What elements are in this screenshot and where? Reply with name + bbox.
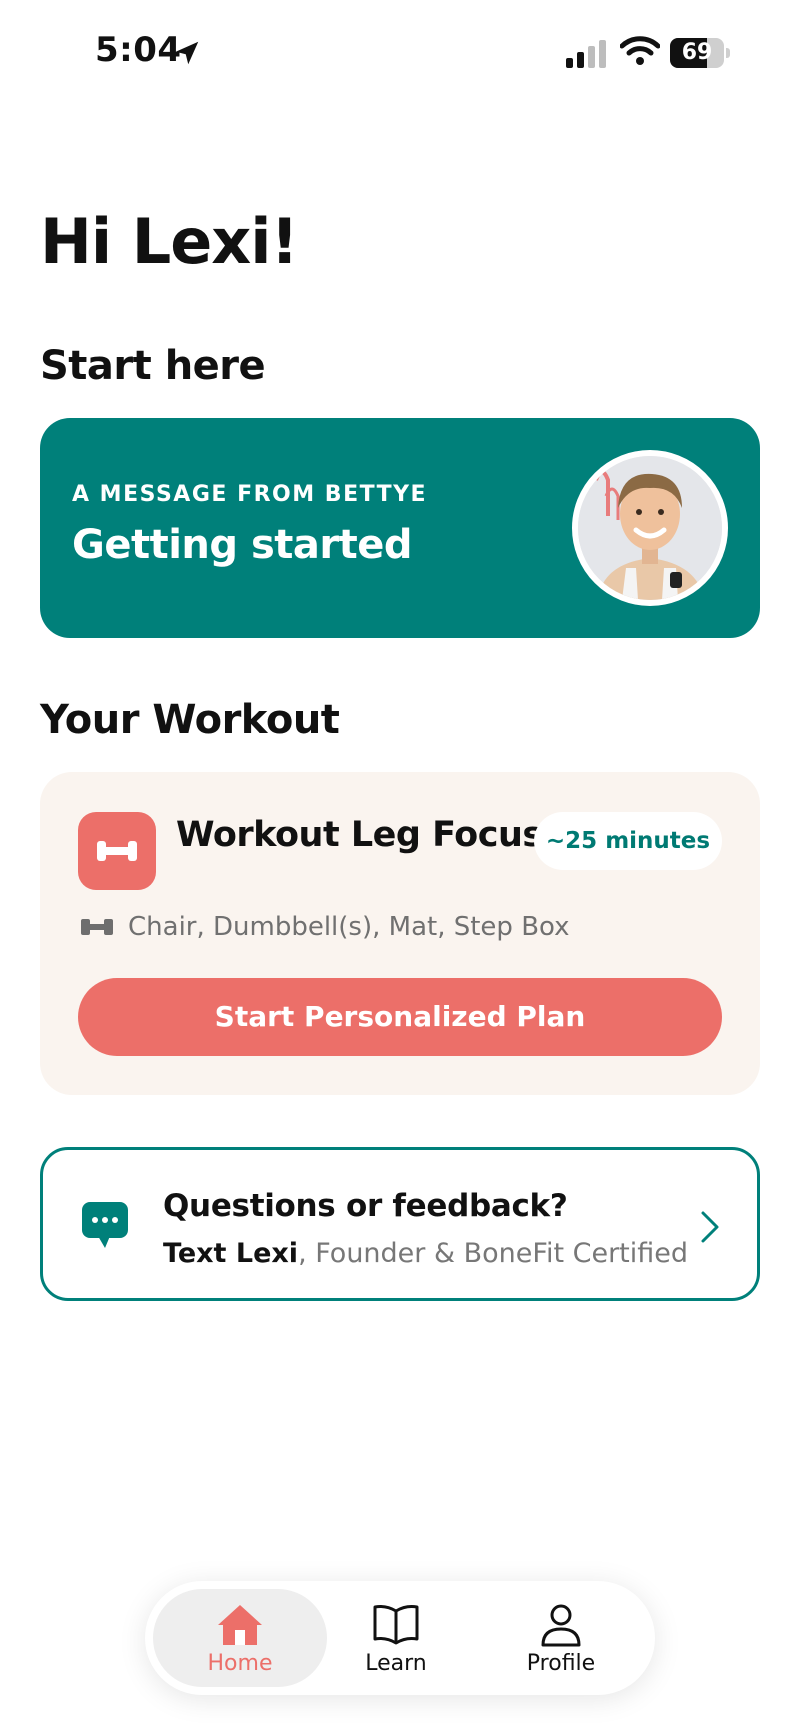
dumbbell-small-icon	[81, 919, 113, 935]
battery-icon: 69	[670, 38, 730, 68]
cellular-signal-icon	[566, 40, 606, 68]
tab-learn-label: Learn	[365, 1651, 427, 1676]
bottom-tab-bar: Home Learn Profile	[145, 1581, 655, 1695]
feedback-subtitle: Text Lexi, Founder & BoneFit Certified	[163, 1238, 688, 1269]
person-icon	[541, 1604, 581, 1647]
workout-title: Workout Leg Focus	[176, 815, 543, 855]
duration-badge: ~25 minutes	[534, 812, 722, 870]
equipment-list: Chair, Dumbbell(s), Mat, Step Box	[128, 912, 570, 942]
start-plan-button[interactable]: Start Personalized Plan	[78, 978, 722, 1056]
dumbbell-icon	[78, 812, 156, 890]
feedback-contact: Text Lexi	[163, 1238, 299, 1269]
message-title: Getting started	[72, 522, 412, 568]
your-workout-heading: Your Workout	[40, 697, 340, 743]
feedback-role: , Founder & BoneFit Certified	[298, 1238, 689, 1269]
book-icon	[373, 1605, 419, 1645]
bettye-avatar	[572, 450, 728, 606]
status-time: 5:04	[95, 30, 182, 70]
chevron-right-icon	[701, 1211, 719, 1243]
feedback-card[interactable]: Questions or feedback? Text Lexi, Founde…	[40, 1147, 760, 1301]
greeting-title: Hi Lexi!	[40, 205, 299, 278]
location-arrow-icon	[175, 41, 199, 65]
wifi-icon	[620, 36, 660, 65]
workout-card: Workout Leg Focus ~25 minutes Chair, Dum…	[40, 772, 760, 1095]
start-here-heading: Start here	[40, 343, 266, 389]
tab-home-label: Home	[207, 1651, 273, 1676]
tab-learn[interactable]: Learn	[331, 1589, 461, 1687]
status-bar: 5:04 69	[0, 0, 800, 110]
tab-home[interactable]: Home	[153, 1589, 327, 1687]
home-icon	[218, 1605, 262, 1645]
tab-profile[interactable]: Profile	[475, 1589, 647, 1687]
chat-bubble-icon	[82, 1202, 128, 1248]
battery-level: 69	[681, 40, 713, 65]
message-card[interactable]: A MESSAGE FROM BETTYE Getting started	[40, 418, 760, 638]
message-eyebrow: A MESSAGE FROM BETTYE	[72, 482, 428, 507]
feedback-title: Questions or feedback?	[163, 1188, 568, 1224]
tab-profile-label: Profile	[526, 1651, 596, 1676]
